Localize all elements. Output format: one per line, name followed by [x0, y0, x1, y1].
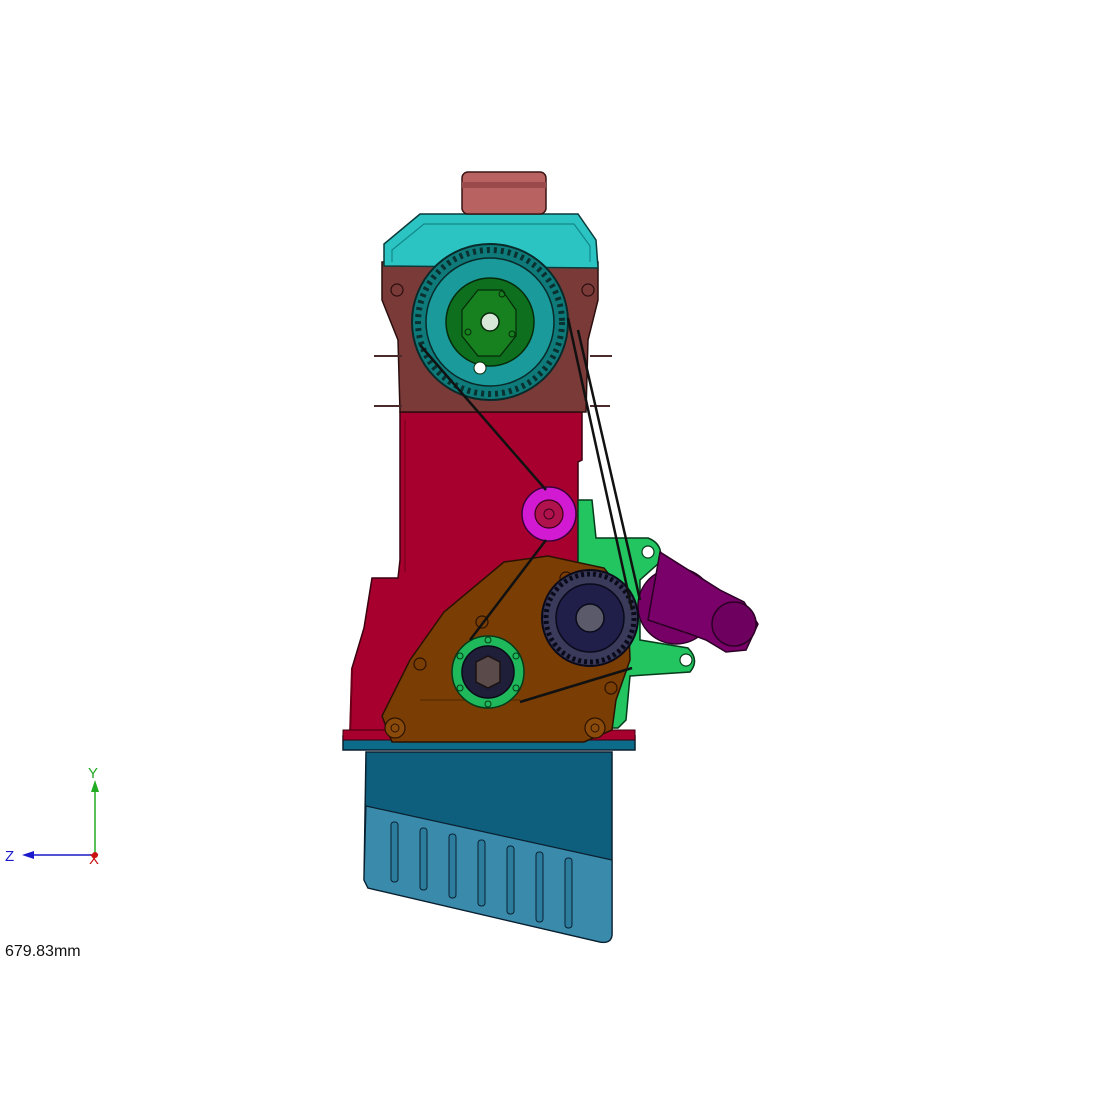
x-axis-label: X — [89, 851, 99, 868]
camshaft-pulley[interactable] — [411, 243, 569, 401]
scale-readout: 679.83mm — [5, 943, 81, 960]
crank-bolt — [475, 655, 501, 689]
oil-pan[interactable] — [342, 735, 636, 944]
pump-housing[interactable] — [637, 550, 759, 653]
crankshaft-hub[interactable] — [451, 635, 525, 709]
pump-outlet — [711, 601, 757, 647]
3d-viewport[interactable]: Y Z X 679.83mm — [0, 0, 1112, 1112]
cam-bolt — [480, 312, 500, 332]
oil-cap-body — [461, 171, 547, 215]
intermediate-gear-hub — [575, 603, 605, 633]
z-axis-arrow — [22, 851, 34, 859]
y-axis-label: Y — [88, 765, 98, 782]
z-axis-label: Z — [5, 848, 14, 865]
engine-model[interactable] — [0, 0, 1112, 1112]
intermediate-gear[interactable] — [541, 569, 639, 667]
oil-filler-cap[interactable] — [461, 171, 547, 215]
axis-triad: Y Z X — [5, 765, 99, 868]
idler-pulley[interactable] — [521, 486, 577, 542]
